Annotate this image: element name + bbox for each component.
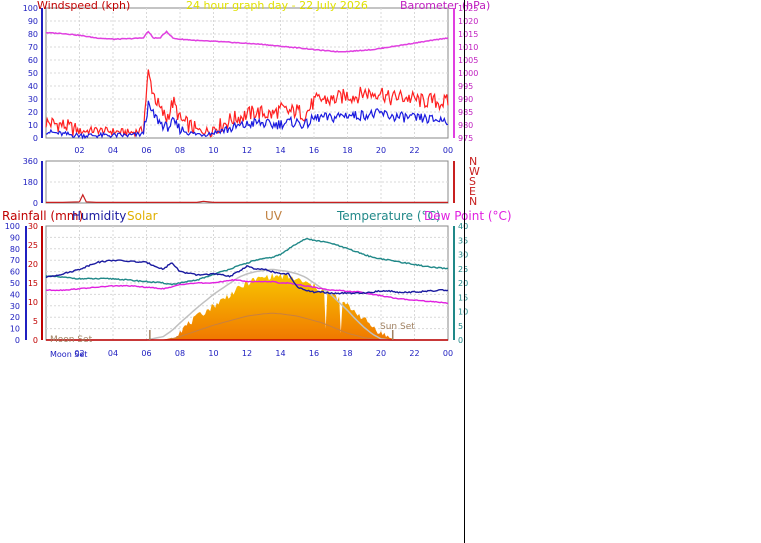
legend-rainfall: Rainfall (mm) bbox=[2, 209, 84, 223]
page-divider-line bbox=[464, 0, 465, 543]
barometer-y-tick-label: 980 bbox=[458, 121, 473, 130]
wind-x-tick-label: 20 bbox=[376, 146, 386, 155]
weather-x-tick-label: 14 bbox=[275, 349, 285, 358]
rainfall-y-tick-label: 25 bbox=[28, 241, 38, 250]
wind-x-tick-label: 04 bbox=[108, 146, 118, 155]
temperature-y-tick-label: 0 bbox=[458, 336, 463, 345]
wind-y-tick-label: 50 bbox=[28, 69, 38, 78]
weather-x-tick-label: 06 bbox=[141, 349, 151, 358]
humidity-y-tick-label: 100 bbox=[5, 222, 20, 231]
legend-solar: Solar bbox=[127, 209, 158, 223]
wind-x-tick-label: 18 bbox=[342, 146, 352, 155]
legend-uv: UV bbox=[265, 209, 282, 223]
barometer-y-tick-label: 1005 bbox=[458, 56, 478, 65]
rainfall-y-tick-label: 15 bbox=[28, 279, 38, 288]
barometer-y-tick-label: 990 bbox=[458, 95, 473, 104]
direction-y-tick-label: 360 bbox=[23, 157, 38, 166]
rainfall-y-tick-label: 10 bbox=[28, 298, 38, 307]
rainfall-y-tick-label: 5 bbox=[33, 317, 38, 326]
wind-y-tick-label: 10 bbox=[28, 121, 38, 130]
weather-graph-page: 0 10 20 30 40 50 60 70 80 90 100 975 980 985 990 995 100… bbox=[0, 0, 761, 543]
moon-set-annotation: Moon Set bbox=[50, 335, 93, 345]
barometer-y-tick-label: 975 bbox=[458, 134, 473, 143]
weather-x-tick-label: 18 bbox=[342, 349, 352, 358]
humidity-y-tick-label: 90 bbox=[10, 233, 20, 242]
wind-x-tick-label: 06 bbox=[141, 146, 151, 155]
humidity-y-tick-label: 50 bbox=[10, 279, 20, 288]
legend-dewpoint: Dew Point (°C) bbox=[424, 209, 512, 223]
wind-x-tick-label: 02 bbox=[74, 146, 84, 155]
wind-y-tick-label: 90 bbox=[28, 17, 38, 26]
barometer-y-tick-label: 1010 bbox=[458, 43, 478, 52]
weather-x-tick-label: 08 bbox=[175, 349, 185, 358]
barometer-y-tick-label: 995 bbox=[458, 82, 473, 91]
barometer-y-tick-label: 985 bbox=[458, 108, 473, 117]
wind-x-tick-label: 00 bbox=[443, 146, 453, 155]
direction-label-n2: N bbox=[469, 195, 478, 208]
graph-title: 24 hour graph day - 22 July 2026 bbox=[186, 0, 368, 12]
barometer-label: Barometer (hPa) bbox=[400, 0, 491, 12]
wind-y-tick-label: 70 bbox=[28, 43, 38, 52]
sun-set-annotation: Sun Set bbox=[380, 322, 415, 332]
barometer-y-tick-label: 1020 bbox=[458, 17, 478, 26]
moon-set-axis-label: Moon Set bbox=[50, 350, 88, 359]
weather-x-tick-label: 04 bbox=[108, 349, 118, 358]
humidity-y-tick-label: 60 bbox=[10, 268, 20, 277]
weather-charts-svg: 0102030405060708090100975980985990995100… bbox=[5, 4, 479, 358]
rainfall-y-tick-label: 0 bbox=[33, 336, 38, 345]
wind-x-tick-label: 22 bbox=[409, 146, 419, 155]
humidity-y-tick-label: 70 bbox=[10, 256, 20, 265]
barometer-y-tick-label: 1000 bbox=[458, 69, 478, 78]
rainfall-y-tick-label: 30 bbox=[28, 222, 38, 231]
wind-x-tick-label: 12 bbox=[242, 146, 252, 155]
wind-x-tick-label: 08 bbox=[175, 146, 185, 155]
direction-y-tick-label: 0 bbox=[33, 199, 38, 208]
wind-y-tick-label: 80 bbox=[28, 30, 38, 39]
wind-y-tick-label: 30 bbox=[28, 95, 38, 104]
wind-y-tick-label: 0 bbox=[33, 134, 38, 143]
windspeed-label: Windspeed (kph) bbox=[37, 0, 131, 12]
direction-y-tick-label: 180 bbox=[23, 178, 38, 187]
barometer-y-tick-label: 1015 bbox=[458, 30, 478, 39]
wind-y-tick-label: 20 bbox=[28, 108, 38, 117]
weather-x-tick-label: 16 bbox=[309, 349, 319, 358]
humidity-y-tick-label: 10 bbox=[10, 325, 20, 334]
weather-x-tick-label: 20 bbox=[376, 349, 386, 358]
legend-humidity: Humidity bbox=[72, 209, 127, 223]
weather-x-tick-label: 12 bbox=[242, 349, 252, 358]
weather-x-tick-label: 22 bbox=[409, 349, 419, 358]
rainfall-y-tick-label: 20 bbox=[28, 260, 38, 269]
humidity-y-tick-label: 30 bbox=[10, 302, 20, 311]
weather-x-tick-label: 00 bbox=[443, 349, 453, 358]
temperature-y-tick-label: 5 bbox=[458, 322, 463, 331]
humidity-y-tick-label: 40 bbox=[10, 290, 20, 299]
wind-y-tick-label: 40 bbox=[28, 82, 38, 91]
wind-x-tick-label: 10 bbox=[208, 146, 218, 155]
wind-y-tick-label: 100 bbox=[23, 4, 38, 13]
weather-x-tick-label: 10 bbox=[208, 349, 218, 358]
wind-x-tick-label: 16 bbox=[309, 146, 319, 155]
wind-x-tick-label: 14 bbox=[275, 146, 285, 155]
humidity-y-tick-label: 0 bbox=[15, 336, 20, 345]
wind-y-tick-label: 60 bbox=[28, 56, 38, 65]
direction-labels: N W S E N bbox=[469, 156, 480, 208]
humidity-y-tick-label: 20 bbox=[10, 313, 20, 322]
humidity-y-tick-label: 80 bbox=[10, 245, 20, 254]
